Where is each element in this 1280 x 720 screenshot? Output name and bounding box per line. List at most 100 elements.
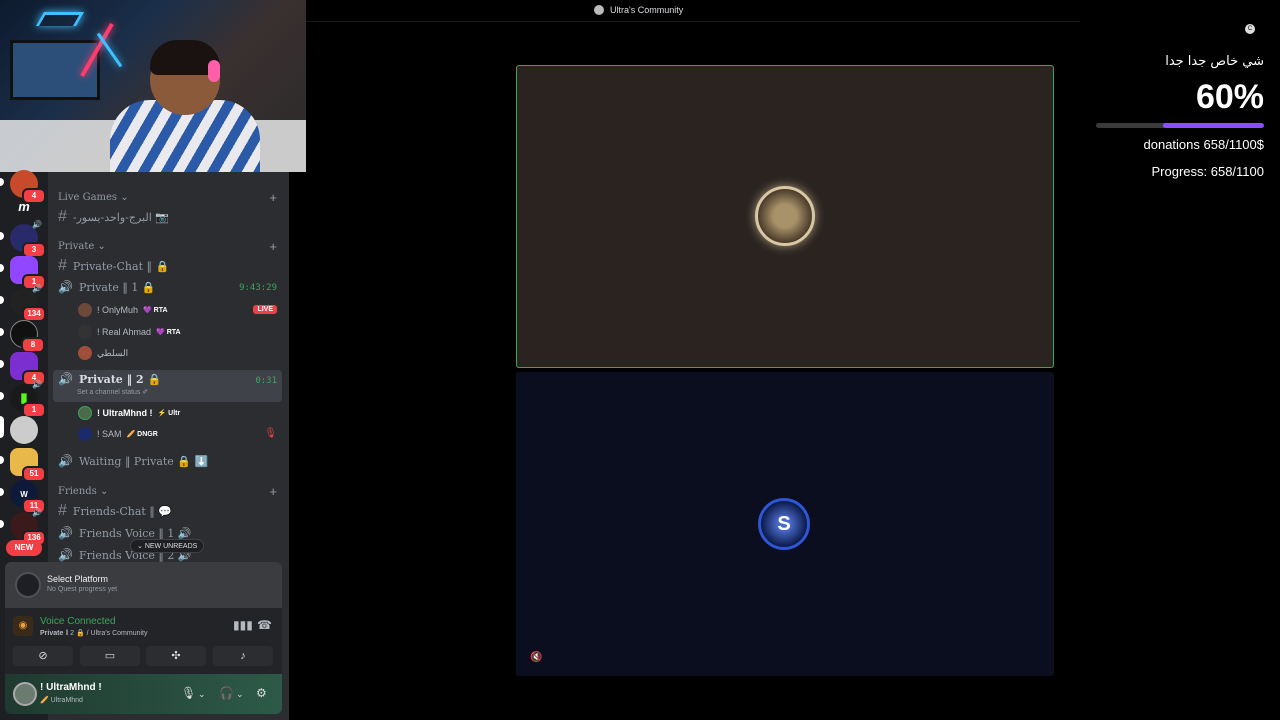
hash-icon: # (58, 208, 67, 225)
user-name: ! Real Ahmad (97, 327, 152, 337)
category-private[interactable]: Private ⌄ (58, 241, 106, 252)
add-channel-icon[interactable]: + (269, 190, 277, 205)
user-name: السلطي (97, 347, 129, 358)
stage-title: Ultra's Community (594, 5, 683, 15)
voice-user[interactable]: ! Real Ahmad 💜 RTA (78, 325, 181, 339)
channel-private-chat[interactable]: # Private-Chat ‖ 🔒 (58, 257, 169, 275)
speaker-icon: 🔊 (32, 508, 42, 517)
voice-icon: 🔊 (58, 454, 73, 468)
activities-button[interactable]: ✣ (146, 646, 206, 666)
user-status: 🥖 UltraMhnd (40, 697, 83, 704)
server-icon[interactable]: 1 (10, 256, 46, 290)
voice-user[interactable]: ! UltraMhnd ! ⚡ Ultr (78, 406, 180, 420)
selected-pip (0, 416, 4, 438)
user-tag: 💜 RTA (143, 307, 168, 314)
voice-status-subtitle[interactable]: Private ‖ 2 🔒 / Ultra's Community (40, 629, 148, 637)
voice-icon: 🔊 (58, 372, 73, 386)
add-channel-icon[interactable]: + (269, 484, 277, 499)
voice-channel-private-2[interactable]: 🔊 Private ‖ 2 🔒 (58, 372, 161, 386)
server-icon[interactable]: ▮ 🔊 1 (10, 380, 46, 418)
unread-pip (0, 360, 4, 368)
user-name[interactable]: ! UltraMhnd ! (40, 682, 102, 693)
microphone-icon[interactable]: 🎙 (181, 686, 196, 700)
user-panel: ! UltraMhnd ! 🥖 UltraMhnd 🎙 ⌄ 🎧 ⌄ ⚙ (5, 674, 282, 714)
add-channel-icon[interactable]: + (269, 239, 277, 254)
participant-tile[interactable]: S 🔇 (516, 372, 1054, 676)
server-icon[interactable]: 🔊 134 (10, 284, 46, 322)
unread-pip (0, 178, 4, 186)
user-name: ! UltraMhnd ! (97, 408, 153, 418)
avatar (78, 427, 92, 441)
channel-label: Private ‖ 1 🔒 (78, 280, 156, 294)
voice-channel-waiting[interactable]: 🔊 Waiting ‖ Private 🔒 ⬇️ (58, 454, 208, 468)
channel-label: Private-Chat ‖ 🔒 (72, 259, 170, 273)
donation-widget: C شي خاص جدا جدا 60% donations 658/1100$… (1080, 0, 1280, 720)
voice-icon: 🔊 (58, 280, 73, 294)
server-icon[interactable] (10, 416, 38, 444)
channel-label: Friends-Chat ‖ 💬 (72, 504, 172, 518)
voice-user[interactable]: ! SAM 🥖 DNGR (78, 427, 158, 441)
chevron-down-icon[interactable]: ⌄ (198, 689, 206, 700)
participant-avatar (755, 186, 815, 246)
server-icon[interactable]: 🔊 3 (10, 220, 46, 258)
unread-pip (0, 296, 4, 304)
voice-channel-friends-1[interactable]: 🔊 Friends Voice ‖ 1 🔊 (58, 526, 192, 540)
live-badge: LIVE (253, 305, 277, 314)
chevron-down-icon[interactable]: ⌄ (236, 689, 244, 700)
gear-icon[interactable]: ⚙ (256, 686, 267, 700)
goal-title: شي خاص جدا جدا (1165, 54, 1264, 69)
avatar[interactable] (13, 682, 37, 706)
goal-donations: donations 658/1100$ (1143, 137, 1264, 152)
unread-pip (0, 520, 4, 528)
server-icon[interactable]: 8 (10, 320, 45, 353)
server-icon[interactable]: 🔊 136 (10, 508, 46, 546)
soundboard-button[interactable]: ♪ (213, 646, 273, 666)
deafened-icon: 🔇 (530, 652, 543, 663)
voice-user[interactable]: السلطي (78, 346, 128, 360)
user-name: ! SAM (97, 429, 122, 439)
server-icon[interactable]: 4 (10, 352, 46, 386)
unread-badge: 8 (21, 337, 45, 353)
user-tag: 🥖 DNGR (126, 431, 158, 438)
unread-pip (0, 456, 4, 464)
new-unreads-pill[interactable]: NEW (6, 540, 42, 556)
server-icon[interactable]: m (10, 192, 38, 220)
voice-user[interactable]: ! OnlyMuh 💜 RTA (78, 303, 168, 317)
quest-subtitle: No Quest progress yet (47, 586, 118, 593)
voice-timer: 0:31 (255, 376, 277, 386)
quest-panel[interactable]: Select Platform No Quest progress yet (5, 562, 282, 608)
screen-share-button[interactable]: ▭ (80, 646, 140, 666)
avatar (78, 346, 92, 360)
stage-title-text: Ultra's Community (610, 5, 684, 15)
channel-label: -البرج-واحد-يسور 📷 (72, 210, 169, 224)
category-friends[interactable]: Friends ⌄ (58, 486, 108, 497)
unread-pip (0, 264, 4, 272)
category-live-games[interactable]: Live Games ⌄ (58, 192, 129, 203)
disconnect-icon[interactable]: ☎ (257, 618, 272, 632)
speaker-icon: 🔊 (32, 284, 42, 293)
camera-button[interactable]: ⊘ (13, 646, 73, 666)
voice-status-title[interactable]: Voice Connected (40, 616, 116, 627)
rss-icon: ◉ (13, 616, 33, 636)
goal-percent: 60% (1195, 78, 1264, 116)
voice-channel-private-1[interactable]: 🔊 Private ‖ 1 🔒 (58, 280, 156, 294)
new-unreads-button[interactable]: ⌄ NEW UNREADS (130, 539, 205, 553)
server-icon[interactable]: W 11 (10, 480, 46, 514)
channel-friends-chat[interactable]: # Friends-Chat ‖ 💬 (58, 502, 172, 520)
soundboard-wave-icon[interactable]: ▮▮▮ (233, 618, 253, 632)
unread-pip (0, 232, 4, 240)
participant-tile-speaking[interactable] (516, 65, 1054, 368)
stage-header: Ultra's Community (306, 0, 1080, 22)
channel-label: Waiting ‖ Private 🔒 ⬇️ (78, 454, 209, 468)
server-icon[interactable]: 51 (10, 448, 46, 482)
avatar (78, 303, 92, 317)
voice-icon: 🔊 (58, 526, 73, 540)
avatar (78, 325, 92, 339)
channel-status[interactable]: Set a channel status ✐ (77, 388, 148, 396)
category-label: Live Games (58, 192, 118, 203)
avatar (78, 406, 92, 420)
neon-light (96, 32, 123, 68)
channel-live-games[interactable]: # -البرج-واحد-يسور 📷 (58, 208, 169, 226)
headphones-icon[interactable]: 🎧 (219, 686, 234, 700)
headset (208, 60, 220, 82)
